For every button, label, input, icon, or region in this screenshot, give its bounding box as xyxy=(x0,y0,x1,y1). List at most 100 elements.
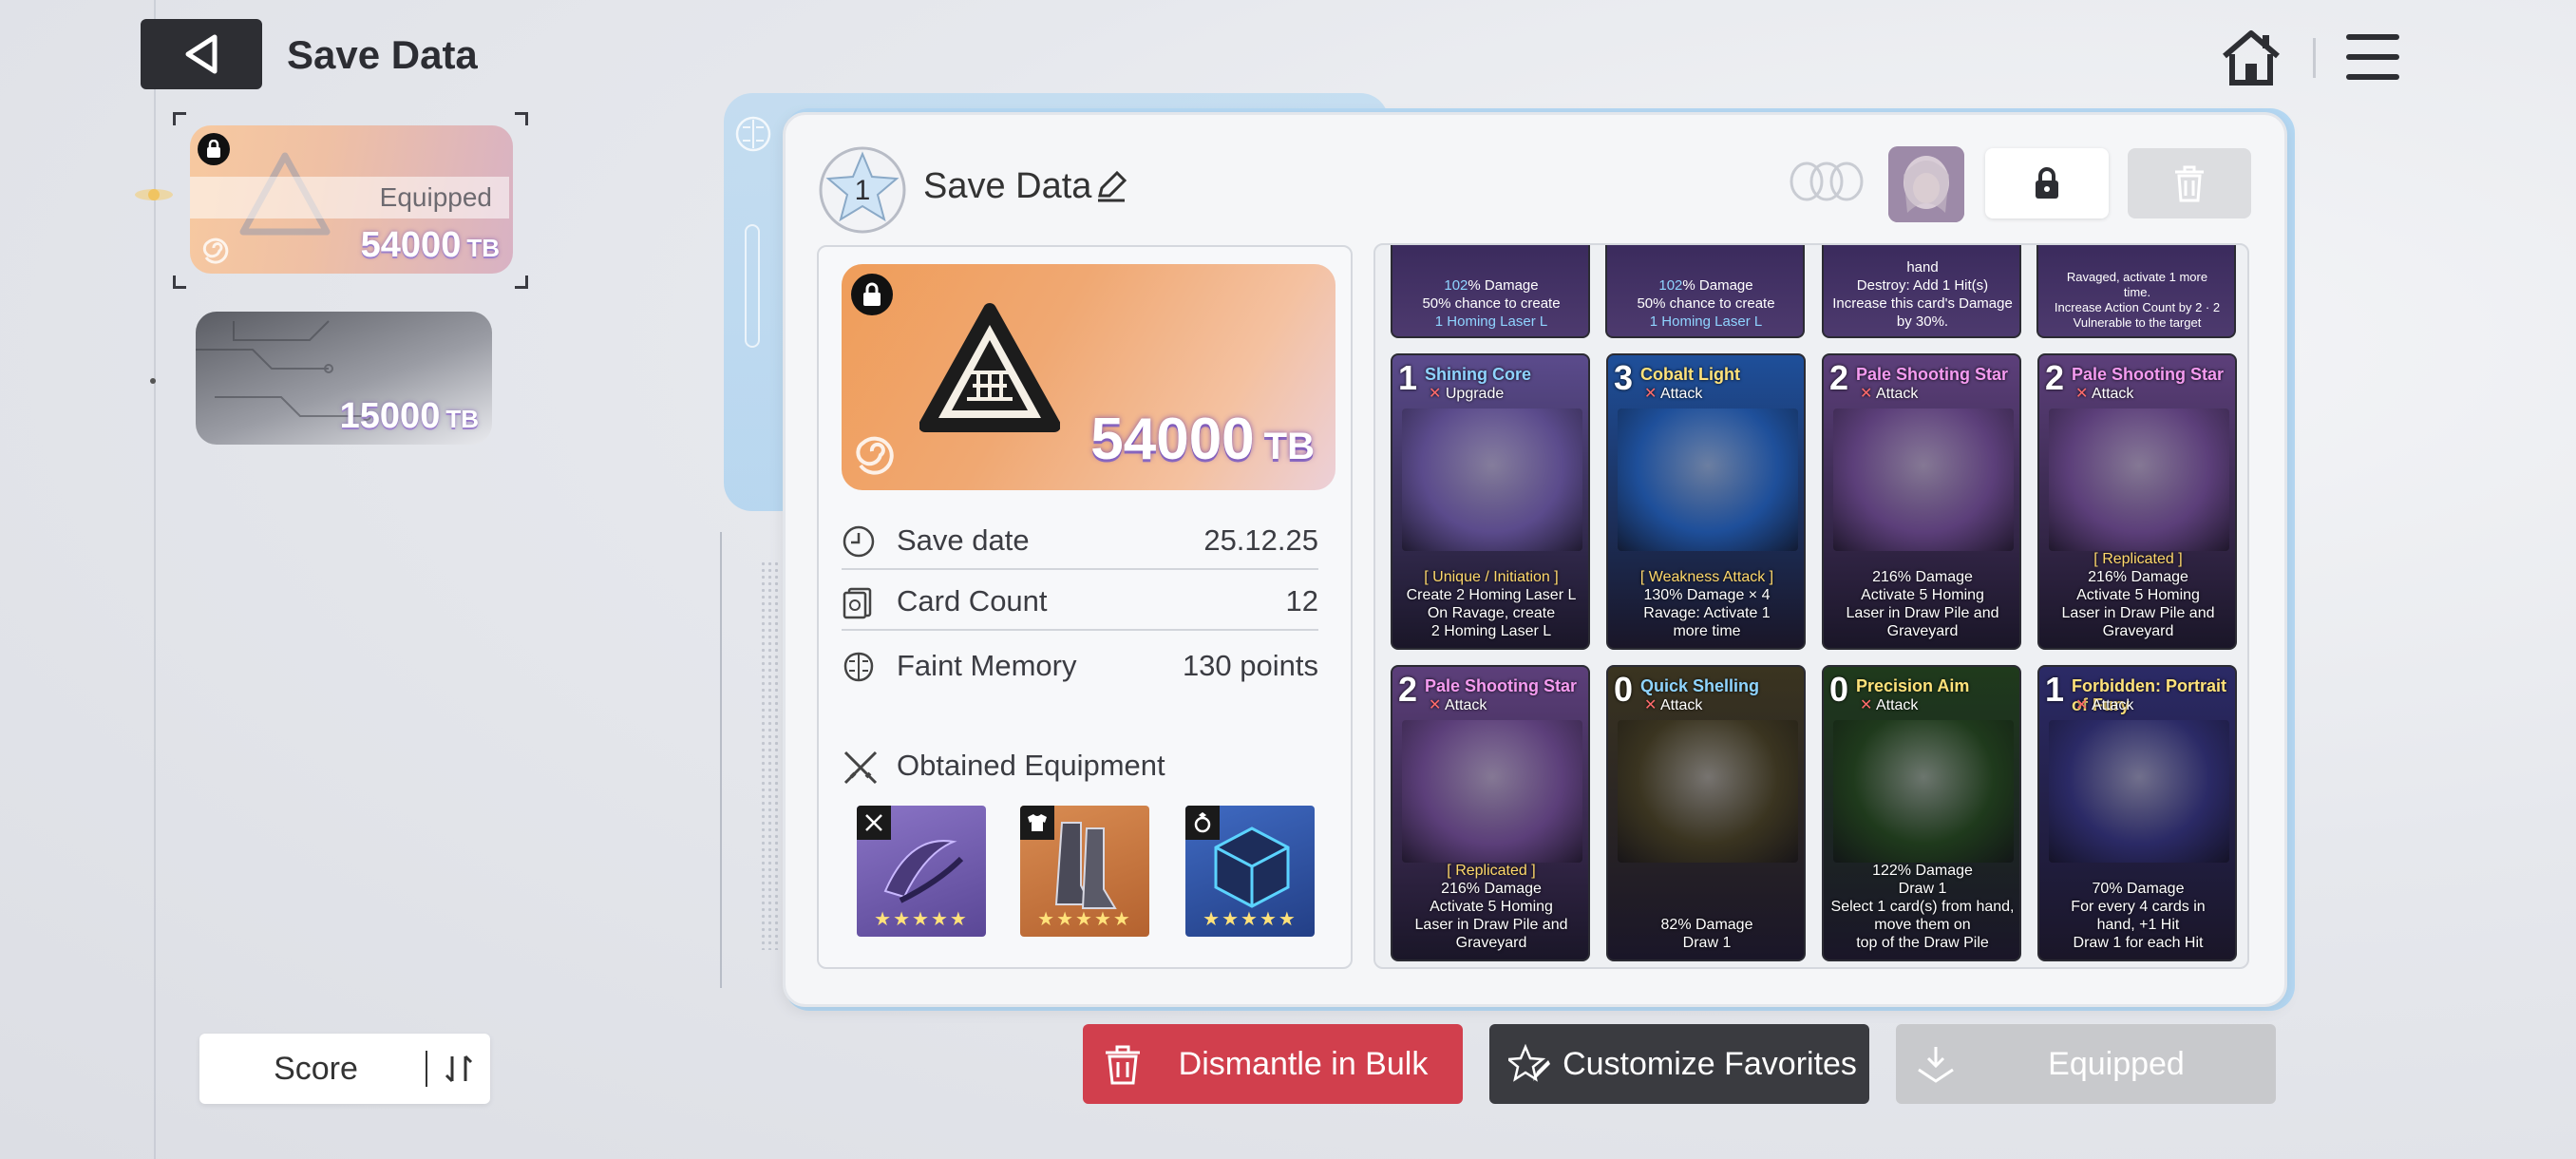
rail-line xyxy=(720,532,722,988)
card-description: [ Replicated ] 216% Damage Activate 5 Homi… xyxy=(1398,862,1584,952)
save-slot-1[interactable]: Equipped 54000 TB xyxy=(190,125,513,274)
card-description: [ Unique / Initiation ] Create 2 Homing L… xyxy=(1398,568,1584,640)
spiral-icon xyxy=(856,436,894,475)
stat-label: Save date xyxy=(897,523,1030,557)
skill-card[interactable]: 2 Pale Shooting Star ✕ Attack [ Replicated … xyxy=(2037,353,2237,650)
sort-dropdown[interactable]: Score xyxy=(199,1034,490,1104)
sort-divider xyxy=(426,1051,427,1087)
stat-row-card-count: Card Count 12 xyxy=(842,570,1318,631)
sidebar-dot xyxy=(150,378,156,384)
button-label: Equipped xyxy=(2048,1046,2185,1082)
trash-icon xyxy=(2175,165,2204,202)
customize-favorites-button[interactable]: Customize Favorites xyxy=(1489,1024,1869,1104)
panel-title: Save Data xyxy=(923,166,1092,206)
lock-icon xyxy=(851,274,893,315)
card-desc-line: 216% Damage xyxy=(1872,569,1973,585)
card-desc-line: 122% Damage xyxy=(1872,863,1973,879)
hero-tb-value: 54000 TB xyxy=(1090,407,1315,472)
card-desc-line: [ Unique / Initiation ] xyxy=(1424,569,1559,585)
card-partial[interactable]: 102% Damage 50% chance to create 1 Homing … xyxy=(1605,245,1805,338)
button-label: Customize Favorites xyxy=(1563,1046,1857,1082)
card-art xyxy=(1618,408,1798,551)
card-partial[interactable]: hand Destroy: Add 1 Hit(s) Increase this c… xyxy=(1822,245,2021,338)
card-type-icon: ✕ xyxy=(1429,697,1445,713)
card-description: 70% Damage For every 4 cards in hand, +1 H… xyxy=(2045,880,2231,952)
card-desc-line: Ravage: Activate 1 xyxy=(1643,605,1771,621)
stat-label: Faint Memory xyxy=(897,649,1077,682)
menu-button[interactable] xyxy=(2342,28,2403,86)
skill-card[interactable]: 3 Cobalt Light ✕ Attack [ Weakness Attack ]… xyxy=(1606,353,1806,650)
card-desc-line: Laser in Draw Pile and Graveyard xyxy=(1414,917,1568,951)
card-partial[interactable]: Ravaged, activate 1 more time. Increase Ac… xyxy=(2036,245,2236,338)
slot-tb-value: 15000 TB xyxy=(339,396,479,436)
equipment-title: Obtained Equipment xyxy=(897,749,1165,782)
edit-pencil-icon[interactable] xyxy=(1094,169,1128,203)
rank-number: 1 xyxy=(855,175,871,206)
lock-button[interactable] xyxy=(1985,148,2109,218)
card-desc-line: hand, +1 Hit xyxy=(2096,917,2180,933)
card-desc-line: 82% Damage xyxy=(1660,917,1753,933)
cards-icon xyxy=(843,587,872,619)
card-desc-line: Draw 1 for each Hit xyxy=(2073,935,2204,951)
delete-button[interactable] xyxy=(2128,148,2251,218)
trash-icon xyxy=(1106,1045,1140,1085)
card-art xyxy=(1618,720,1798,863)
card-desc-line: more time xyxy=(1673,623,1741,639)
card-type-icon: ✕ xyxy=(2075,386,2092,402)
skill-card[interactable]: 0 Precision Aim ✕ Attack 122% Damage Draw 1 S… xyxy=(1822,665,2021,961)
card-art xyxy=(1833,408,2014,551)
weapon-tag-icon xyxy=(857,806,891,840)
card-type: ✕ Attack xyxy=(2075,697,2134,713)
home-icon xyxy=(2223,30,2280,86)
card-type: ✕ Attack xyxy=(1429,697,1487,713)
skill-card[interactable]: 2 Pale Shooting Star ✕ Attack [ Replicated … xyxy=(1391,665,1590,961)
cube-accessory-icon xyxy=(1214,826,1290,908)
card-desc-line: Create 2 Homing Laser L xyxy=(1406,587,1577,603)
card-name: Pale Shooting Star xyxy=(2072,365,2225,384)
card-name: Cobalt Light xyxy=(1640,365,1740,384)
back-button[interactable] xyxy=(141,19,262,89)
card-description: [ Replicated ] 216% Damage Activate 5 Homi… xyxy=(2045,550,2231,640)
card-desc-line: 1 Homing Laser L xyxy=(1649,314,1763,330)
sort-order-icon[interactable] xyxy=(441,1051,477,1087)
skill-card[interactable]: 2 Pale Shooting Star ✕ Attack 216% Damage Ac… xyxy=(1822,353,2021,650)
card-desc-line: 102% Damage xyxy=(1444,277,1539,294)
clock-icon xyxy=(843,525,875,558)
skill-card[interactable]: 1 Shining Core ✕ Upgrade [ Unique / Initiat… xyxy=(1391,353,1590,650)
card-type: ✕ Upgrade xyxy=(1429,386,1505,402)
card-desc-line: Graveyard xyxy=(1886,623,1959,639)
card-desc-line: Draw 1 xyxy=(1682,935,1732,951)
card-desc-line: 130% Damage × 4 xyxy=(1643,587,1771,603)
card-desc-line: 50% chance to create xyxy=(1422,295,1561,312)
card-desc-line: Increase this card's Damage by 30%. xyxy=(1832,295,2013,330)
menu-line xyxy=(2346,34,2399,40)
card-name: Shining Core xyxy=(1425,365,1531,384)
card-desc-line: Activate 5 Homing xyxy=(2076,587,2200,603)
skill-card[interactable]: 0 Quick Shelling ✕ Attack 82% Damage Draw 1 xyxy=(1606,665,1806,961)
stat-label: Card Count xyxy=(897,584,1048,618)
card-art xyxy=(1833,720,2014,863)
card-description: 122% Damage Draw 1 Select 1 card(s) from h… xyxy=(1829,862,2016,952)
card-desc-line: 1 Homing Laser L xyxy=(1434,314,1548,330)
rail-ornament xyxy=(745,224,760,348)
card-type: ✕ Attack xyxy=(1860,697,1919,713)
card-name: Precision Aim xyxy=(1856,676,1970,695)
card-desc-line: Activate 5 Homing xyxy=(1861,587,1984,603)
equipment-accessory[interactable]: ★★★★★ xyxy=(1185,806,1315,937)
equipment-armor[interactable]: ★★★★★ xyxy=(1020,806,1149,937)
card-desc-line: On Ravage, create xyxy=(1427,605,1556,621)
save-slot-2[interactable]: 15000 TB xyxy=(196,312,492,445)
card-cost: 0 xyxy=(1829,670,1849,709)
toolbar-divider xyxy=(2313,38,2316,78)
avatar[interactable] xyxy=(1888,146,1964,222)
card-partial[interactable]: 102% Damage 50% chance to create 1 Homing … xyxy=(1391,245,1590,338)
sort-label: Score xyxy=(274,1051,358,1087)
home-button[interactable] xyxy=(2219,25,2283,89)
card-desc-line: Select 1 card(s) from hand, move them on xyxy=(1830,899,2015,933)
equipment-weapon[interactable]: ★★★★★ xyxy=(857,806,986,937)
dismantle-bulk-button[interactable]: Dismantle in Bulk xyxy=(1083,1024,1463,1104)
card-desc-line: top of the Draw Pile xyxy=(1856,935,1989,951)
card-cost: 1 xyxy=(2045,670,2065,709)
skill-card[interactable]: 1 Forbidden: Portrait of Fury ✕ Attack 70% … xyxy=(2037,665,2237,961)
stat-row-save-date: Save date 25.12.25 xyxy=(842,509,1318,570)
